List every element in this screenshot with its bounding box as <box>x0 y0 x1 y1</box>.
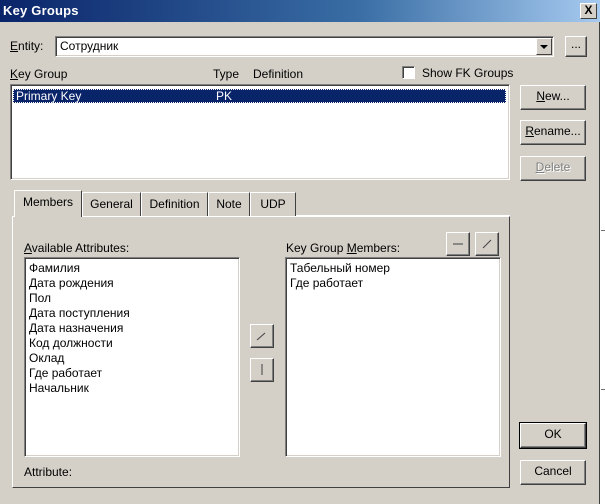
key-group-members-list[interactable]: Табельный номер Где работает <box>285 257 501 457</box>
entity-label: Entity: <box>10 39 44 53</box>
window-title: Key Groups <box>3 3 79 18</box>
title-bar[interactable]: Key Groups X <box>0 0 600 22</box>
tab-members[interactable]: Members <box>14 190 82 217</box>
entity-value: Сотрудник <box>60 39 119 53</box>
entity-browse-button[interactable]: ... <box>565 36 587 57</box>
available-attributes-list[interactable]: Фамилия Дата рождения Пол Дата поступления Д… <box>24 257 240 457</box>
show-fk-groups-checkbox[interactable] <box>402 66 415 79</box>
available-attributes-label: Available Attributes: <box>24 241 130 255</box>
move-right-icon <box>256 332 266 341</box>
tab-definition[interactable]: Definition <box>141 192 208 216</box>
attribute-label: Attribute: <box>24 465 73 479</box>
add-to-members-button[interactable] <box>250 324 274 348</box>
available-attribute-item[interactable]: Пол <box>25 291 130 306</box>
move-down-button[interactable] <box>475 232 499 256</box>
available-attribute-item[interactable]: Код должности <box>25 336 130 351</box>
key-group-member-item[interactable]: Табельный номер <box>286 261 390 276</box>
ok-button[interactable]: OK <box>519 422 587 449</box>
delete-button[interactable]: Delete <box>520 156 586 181</box>
chevron-down-icon <box>540 45 548 49</box>
tab-general[interactable]: General <box>82 192 141 216</box>
rename-button[interactable]: Rename... <box>520 120 586 145</box>
move-up-icon <box>453 243 463 245</box>
key-group-type: PK <box>216 89 233 103</box>
tab-udp[interactable]: UDP <box>250 192 296 216</box>
background-window-edge <box>601 389 605 390</box>
available-attribute-item[interactable]: Оклад <box>25 351 130 366</box>
new-button[interactable]: New... <box>520 85 586 110</box>
column-header-key-group: Key Group <box>10 67 68 81</box>
available-attribute-item[interactable]: Дата рождения <box>25 276 130 291</box>
cancel-button[interactable]: Cancel <box>520 460 586 485</box>
background-window-edge <box>601 230 605 231</box>
entity-dropdown-button[interactable] <box>536 38 552 55</box>
column-header-type: Type <box>213 67 240 81</box>
members-tab-panel: Available Attributes: Фамилия Дата рожден… <box>12 216 510 488</box>
available-attribute-item[interactable]: Дата поступления <box>25 306 130 321</box>
key-group-name: Primary Key <box>16 89 82 103</box>
available-attribute-item[interactable]: Начальник <box>25 381 130 396</box>
entity-combobox[interactable]: Сотрудник <box>55 36 554 57</box>
move-down-icon <box>482 239 492 249</box>
key-group-row-selected[interactable]: Primary Key PK <box>13 89 506 103</box>
move-left-icon <box>261 364 263 375</box>
key-group-members-label: Key Group Members: <box>286 241 401 255</box>
show-fk-groups-label: Show FK Groups <box>422 66 514 80</box>
key-groups-dialog: Key Groups X Entity: Сотрудник ... Key G… <box>0 0 600 504</box>
remove-from-members-button[interactable] <box>250 358 274 382</box>
available-attribute-item[interactable]: Где работает <box>25 366 130 381</box>
available-attribute-item[interactable]: Фамилия <box>25 261 130 276</box>
available-attribute-item[interactable]: Дата назначения <box>25 321 130 336</box>
tab-note[interactable]: Note <box>208 192 250 216</box>
column-header-definition: Definition <box>253 67 304 81</box>
move-up-button[interactable] <box>446 232 470 256</box>
close-button[interactable]: X <box>580 3 597 19</box>
key-group-member-item[interactable]: Где работает <box>286 276 390 291</box>
